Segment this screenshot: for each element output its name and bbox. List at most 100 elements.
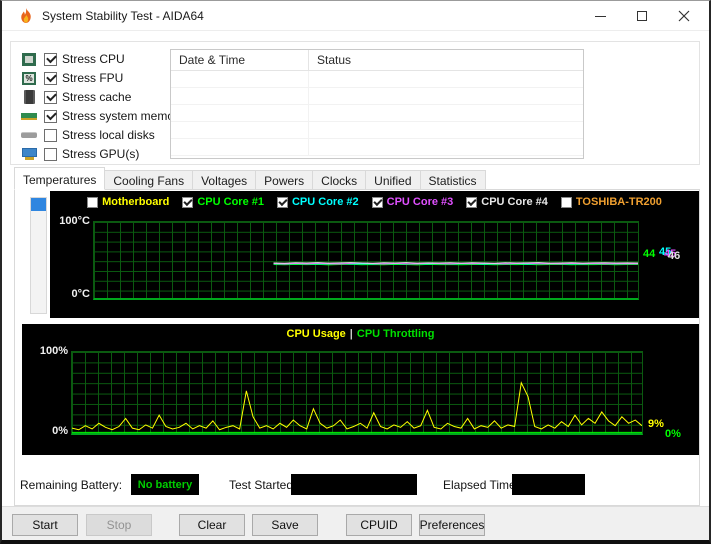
close-icon xyxy=(678,10,690,22)
temperatures-tab-panel: Motherboard CPU Core #1 CPU Core #2 CPU … xyxy=(14,189,700,506)
legend-motherboard[interactable]: Motherboard xyxy=(87,196,169,208)
stress-option-cpu[interactable]: Stress CPU xyxy=(20,50,184,68)
tab-clocks[interactable]: Clocks xyxy=(313,170,367,190)
usage-chart-lines xyxy=(72,352,642,433)
legend-cpu-core-2-checkbox[interactable] xyxy=(276,196,288,208)
stress-memory-checkbox[interactable] xyxy=(44,109,57,123)
tab-powers[interactable]: Powers xyxy=(256,170,314,190)
legend-toshiba-tr200-checkbox[interactable] xyxy=(560,196,572,208)
tab-cooling-fans[interactable]: Cooling Fans xyxy=(105,170,194,190)
legend-motherboard-label: Motherboard xyxy=(102,196,170,208)
stress-cache-checkbox[interactable] xyxy=(44,90,57,104)
stress-cache-label: Stress cache xyxy=(62,90,132,104)
temp-axis-max-label: 100°C xyxy=(59,215,90,227)
stress-gpu-checkbox[interactable] xyxy=(44,147,57,161)
legend-cpu-core-4-checkbox[interactable] xyxy=(466,196,478,208)
save-button[interactable]: Save xyxy=(252,514,318,536)
table-row xyxy=(171,122,583,139)
disk-icon xyxy=(20,127,38,143)
window-title: System Stability Test - AIDA64 xyxy=(42,9,204,23)
stress-gpu-label: Stress GPU(s) xyxy=(62,147,140,161)
stress-fpu-checkbox[interactable] xyxy=(44,71,57,85)
window-controls xyxy=(579,1,705,31)
stress-disks-checkbox[interactable] xyxy=(44,128,57,142)
cache-icon xyxy=(20,89,38,105)
remaining-battery-label: Remaining Battery: xyxy=(20,478,123,492)
tab-bar: Temperatures Cooling Fans Voltages Power… xyxy=(14,167,486,190)
legend-toshiba-tr200[interactable]: TOSHIBA-TR200 xyxy=(560,196,662,208)
legend-cpu-core-4-label: CPU Core #4 xyxy=(481,196,548,208)
stress-option-gpu[interactable]: Stress GPU(s) xyxy=(20,145,184,163)
temp-current-core1: 44 xyxy=(643,248,656,260)
throttling-current-value: 0% xyxy=(665,428,681,440)
close-button[interactable] xyxy=(663,1,705,31)
stress-option-memory[interactable]: Stress system memory xyxy=(20,107,184,125)
legend-toshiba-tr200-label: TOSHIBA-TR200 xyxy=(575,196,662,208)
title-bar: System Stability Test - AIDA64 xyxy=(2,1,709,31)
elapsed-time-label: Elapsed Time: xyxy=(443,478,520,492)
temperature-plot-area xyxy=(93,221,639,300)
column-date-time[interactable]: Date & Time xyxy=(171,50,309,70)
stop-button[interactable]: Stop xyxy=(86,514,152,536)
stress-disks-label: Stress local disks xyxy=(62,128,155,142)
preferences-button[interactable]: Preferences xyxy=(419,514,485,536)
stress-option-cache[interactable]: Stress cache xyxy=(20,88,184,106)
title-separator: | xyxy=(349,328,353,340)
temperature-chart-lines xyxy=(94,222,638,298)
memory-icon xyxy=(20,108,38,124)
cpu-usage-graph-panel: CPU Usage | CPU Throttling 100% 0% 9% 0% xyxy=(22,324,699,455)
battery-status-value: No battery xyxy=(137,478,193,491)
temperature-legend: Motherboard CPU Core #1 CPU Core #2 CPU … xyxy=(50,196,699,208)
elapsed-time-value-box xyxy=(512,474,585,495)
start-button[interactable]: Start xyxy=(12,514,78,536)
legend-cpu-core-3[interactable]: CPU Core #3 xyxy=(371,196,454,208)
tab-unified[interactable]: Unified xyxy=(366,170,421,190)
usage-axis-min-label: 0% xyxy=(52,425,68,437)
temp-current-core4: 46 xyxy=(668,250,681,262)
column-status[interactable]: Status xyxy=(309,50,583,70)
tab-statistics[interactable]: Statistics xyxy=(420,170,486,190)
event-log-header: Date & Time Status xyxy=(171,50,583,71)
cpu-icon xyxy=(20,51,38,67)
stress-options-list: Stress CPU % Stress FPU Stress cache Str… xyxy=(20,50,184,164)
legend-motherboard-checkbox[interactable] xyxy=(87,196,99,208)
stress-option-fpu[interactable]: % Stress FPU xyxy=(20,69,184,87)
remaining-battery-value-box: No battery xyxy=(131,474,199,495)
table-row xyxy=(171,139,583,156)
cpuid-button[interactable]: CPUID xyxy=(346,514,412,536)
legend-cpu-core-2[interactable]: CPU Core #2 xyxy=(276,196,359,208)
minimize-button[interactable] xyxy=(579,1,621,31)
button-strip: Start Stop Clear Save CPUID Preferences xyxy=(2,506,709,540)
maximize-button[interactable] xyxy=(621,1,663,31)
table-row xyxy=(171,71,583,88)
legend-cpu-core-2-label: CPU Core #2 xyxy=(291,196,359,208)
app-window: System Stability Test - AIDA64 Stress CP… xyxy=(0,0,711,544)
tab-voltages[interactable]: Voltages xyxy=(193,170,257,190)
clear-button[interactable]: Clear xyxy=(179,514,245,536)
scrollbar-thumb[interactable] xyxy=(31,198,46,211)
stress-cpu-label: Stress CPU xyxy=(62,52,125,66)
app-flame-icon xyxy=(21,8,31,23)
usage-axis-max-label: 100% xyxy=(39,345,68,357)
usage-current-value: 9% xyxy=(648,418,664,430)
test-started-label: Test Started: xyxy=(229,478,297,492)
legend-cpu-core-3-checkbox[interactable] xyxy=(371,196,383,208)
stress-memory-label: Stress system memory xyxy=(62,109,185,123)
stress-cpu-checkbox[interactable] xyxy=(44,52,57,66)
temperature-scrollbar[interactable] xyxy=(30,197,47,314)
usage-plot-area xyxy=(71,351,643,435)
cpu-throttling-title: CPU Throttling xyxy=(356,328,435,340)
legend-cpu-core-1-checkbox[interactable] xyxy=(182,196,194,208)
legend-cpu-core-1[interactable]: CPU Core #1 xyxy=(182,196,264,208)
event-log-table[interactable]: Date & Time Status xyxy=(170,49,584,159)
stress-option-disks[interactable]: Stress local disks xyxy=(20,126,184,144)
legend-cpu-core-4[interactable]: CPU Core #4 xyxy=(466,196,548,208)
gpu-icon xyxy=(20,146,38,162)
tab-temperatures[interactable]: Temperatures xyxy=(14,167,106,190)
cpu-usage-title: CPU Usage xyxy=(286,328,346,340)
legend-cpu-core-3-label: CPU Core #3 xyxy=(386,196,454,208)
maximize-icon xyxy=(637,11,647,21)
usage-graph-title: CPU Usage | CPU Throttling xyxy=(22,328,699,340)
test-started-value-box xyxy=(291,474,417,495)
table-row xyxy=(171,105,583,122)
